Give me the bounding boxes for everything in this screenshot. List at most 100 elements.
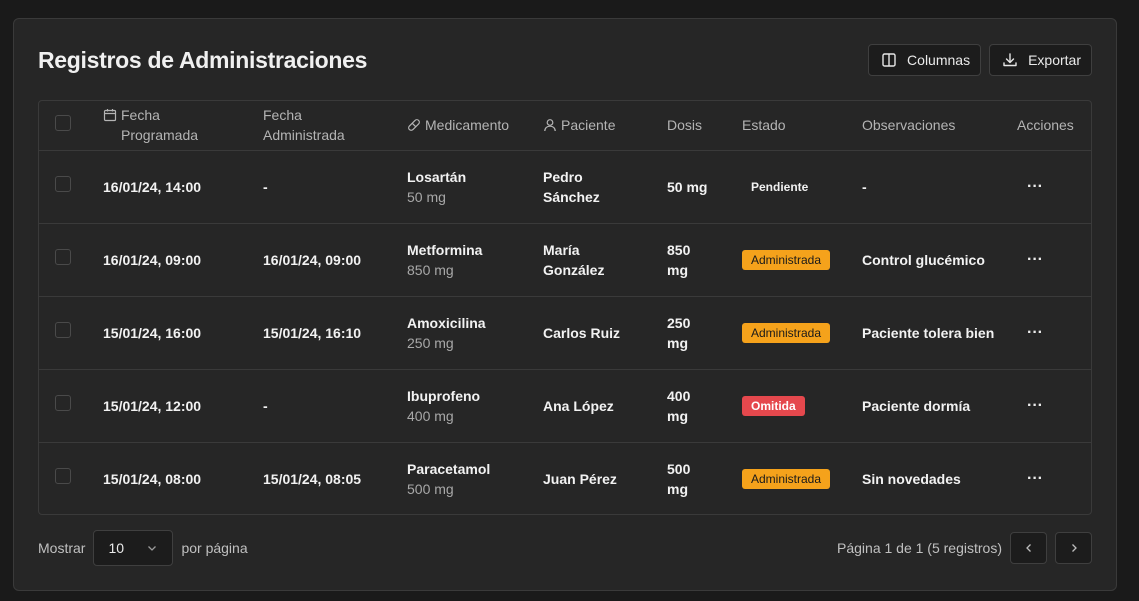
table-row[interactable]: 15/01/24, 12:00 - Ibuprofeno 400 mg Ana … — [39, 369, 1091, 442]
row-checkbox[interactable] — [55, 468, 71, 485]
notes-text: Control glucémico — [862, 251, 985, 268]
download-icon — [1003, 53, 1017, 67]
dose-value: 500 — [667, 460, 691, 477]
per-page-label: por página — [181, 540, 248, 556]
chevron-right-icon — [1071, 544, 1077, 552]
row-checkbox[interactable] — [55, 249, 71, 265]
table-header-row: Fecha Programada Fecha Administrada Medic… — [39, 101, 1091, 150]
dose-unit: mg — [667, 480, 688, 497]
scheduled-date: 15/01/24, 12:00 — [103, 397, 202, 414]
notes-text: Paciente dormía — [862, 397, 971, 414]
patient-name: María — [543, 241, 580, 258]
administered-date: - — [263, 397, 268, 414]
col-administered-date[interactable]: Fecha Administrada — [263, 101, 407, 150]
page-title: Registros de Administraciones — [38, 46, 368, 73]
status-badge: Administrada — [742, 323, 831, 343]
columns-button[interactable]: Columnas — [868, 44, 982, 76]
medication-dose: 250 mg — [407, 334, 454, 351]
dose-unit: mg — [667, 334, 688, 351]
scheduled-date: 16/01/24, 14:00 — [103, 178, 202, 195]
col-patient-label: Paciente — [561, 117, 616, 134]
administered-date: 15/01/24, 16:10 — [263, 324, 362, 341]
row-actions-button[interactable]: ··· — [1017, 397, 1043, 414]
patient-name-2: González — [543, 261, 605, 278]
row-actions-button[interactable]: ··· — [1017, 251, 1043, 268]
table-row[interactable]: 16/01/24, 09:00 16/01/24, 09:00 Metformi… — [39, 223, 1091, 296]
patient-name-2: Sánchez — [543, 188, 600, 205]
select-all-checkbox[interactable] — [55, 114, 71, 131]
administered-date: 16/01/24, 09:00 — [263, 251, 362, 268]
next-page-button[interactable] — [1055, 532, 1092, 564]
col-actions: Acciones — [1017, 117, 1074, 134]
medication-dose: 50 mg — [407, 188, 446, 205]
dose-value: 50 mg — [667, 178, 708, 195]
dose-unit: mg — [667, 261, 688, 278]
col-medication[interactable]: Medicamento — [407, 101, 543, 150]
chevron-down-icon — [148, 546, 157, 551]
columns-button-label: Columnas — [907, 52, 971, 68]
col-medication-label: Medicamento — [425, 117, 510, 134]
medication-dose: 400 mg — [407, 407, 454, 424]
header-actions: Columnas Exportar — [868, 44, 1092, 76]
medication-dose: 850 mg — [407, 261, 454, 278]
status-badge: Pendiente — [751, 180, 809, 194]
records-card: Registros de Administraciones Columnas E… — [13, 18, 1117, 591]
col-administered-label-1: Fecha — [263, 107, 302, 124]
col-patient[interactable]: Paciente — [543, 101, 667, 150]
medication-name: Amoxicilina — [407, 314, 486, 331]
col-dose[interactable]: Dosis — [667, 101, 742, 150]
col-status[interactable]: Estado — [742, 101, 862, 150]
show-label: Mostrar — [38, 540, 86, 556]
row-checkbox[interactable] — [55, 322, 71, 338]
table-row[interactable]: 16/01/24, 14:00 - Losartán 50 mg Pedro Sá… — [39, 150, 1091, 223]
page-size-select[interactable]: 10 — [93, 530, 174, 566]
medication-dose: 500 mg — [407, 480, 454, 497]
table-footer: Mostrar 10 por página Página 1 de 1 (5 r… — [38, 530, 1092, 566]
calendar-icon — [103, 109, 117, 122]
user-icon — [544, 119, 556, 132]
page-info: Página 1 de 1 (5 registros) — [837, 540, 1002, 556]
row-actions-button[interactable]: ··· — [1017, 324, 1043, 341]
col-notes[interactable]: Observaciones — [862, 101, 1017, 150]
scheduled-date: 15/01/24, 16:00 — [103, 324, 202, 341]
row-actions-button[interactable]: ··· — [1017, 470, 1043, 487]
dose-value: 400 — [667, 387, 691, 404]
patient-name: Juan Pérez — [543, 470, 617, 487]
notes-text: - — [862, 178, 867, 195]
medication-name: Metformina — [407, 241, 483, 258]
patient-name: Ana López — [543, 397, 614, 414]
col-scheduled-date[interactable]: Fecha Programada — [103, 101, 263, 150]
col-scheduled-label-2: Programada — [121, 127, 199, 144]
col-scheduled-label-1: Fecha — [121, 107, 160, 124]
scheduled-date: 16/01/24, 09:00 — [103, 251, 202, 268]
notes-text: Paciente tolera bien — [862, 324, 995, 341]
chevron-left-icon — [1025, 544, 1031, 552]
medication-name: Ibuprofeno — [407, 387, 481, 404]
status-badge: Administrada — [742, 469, 831, 490]
export-button[interactable]: Exportar — [989, 44, 1092, 76]
row-checkbox[interactable] — [55, 176, 71, 192]
table-row[interactable]: 15/01/24, 08:00 15/01/24, 08:05 Paraceta… — [39, 442, 1091, 514]
dose-value: 850 — [667, 241, 691, 258]
columns-icon — [882, 53, 896, 67]
medication-name: Paracetamol — [407, 460, 491, 477]
export-button-label: Exportar — [1028, 52, 1081, 68]
table-body: 16/01/24, 14:00 - Losartán 50 mg Pedro Sá… — [39, 150, 1091, 514]
scheduled-date: 15/01/24, 08:00 — [103, 470, 202, 487]
row-checkbox[interactable] — [55, 395, 71, 411]
status-badge: Omitida — [742, 396, 805, 416]
dose-unit: mg — [667, 407, 688, 424]
row-actions-button[interactable]: ··· — [1017, 178, 1043, 195]
table-row[interactable]: 15/01/24, 16:00 15/01/24, 16:10 Amoxicil… — [39, 296, 1091, 369]
records-table: Fecha Programada Fecha Administrada Medic… — [38, 100, 1092, 515]
status-badge: Administrada — [742, 250, 831, 270]
pill-icon — [408, 119, 420, 132]
administered-date: 15/01/24, 08:05 — [263, 470, 362, 487]
medication-name: Losartán — [407, 168, 467, 185]
page-size-value: 10 — [108, 540, 125, 556]
prev-page-button[interactable] — [1010, 532, 1047, 564]
patient-name: Pedro — [543, 168, 583, 185]
dose-value: 250 — [667, 314, 691, 331]
card-header: Registros de Administraciones Columnas E… — [38, 43, 1092, 77]
notes-text: Sin novedades — [862, 470, 961, 487]
